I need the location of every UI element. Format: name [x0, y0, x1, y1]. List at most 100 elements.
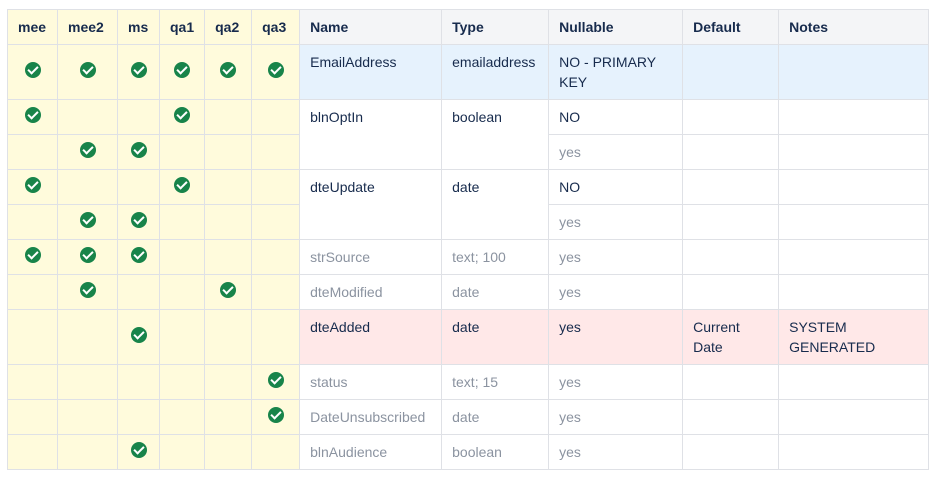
env-cell-qa3 — [251, 399, 301, 435]
check-circle-icon — [220, 281, 237, 298]
cell-type: boolean — [441, 434, 550, 470]
cell-notes — [778, 434, 930, 470]
header-qa3: qa3 — [251, 9, 301, 45]
env-cell-mee2 — [57, 434, 118, 470]
header-mee2: mee2 — [57, 9, 118, 45]
env-cell-mee2 — [57, 134, 118, 170]
cell-notes — [778, 274, 930, 310]
env-cell-qa2 — [204, 134, 253, 170]
env-cell-qa2 — [204, 434, 253, 470]
table-row: EmailAddress emailaddress NO - PRIMARY K… — [7, 44, 930, 100]
cell-nullable: yes — [548, 434, 684, 470]
env-cell-qa2 — [204, 204, 253, 240]
cell-name: status — [299, 364, 443, 400]
env-cell-qa2 — [204, 309, 253, 365]
env-cell-qa3 — [251, 239, 301, 275]
schema-table: mee mee2 ms qa1 qa2 qa3 Name Type Nullab… — [7, 9, 930, 470]
cell-default — [682, 364, 780, 400]
cell-type: text; 100 — [441, 239, 550, 275]
header-type: Type — [441, 9, 550, 45]
header-name: Name — [299, 9, 443, 45]
check-circle-icon — [79, 246, 96, 263]
cell-default — [682, 399, 780, 435]
cell-notes: SYSTEM GENERATED — [778, 309, 930, 365]
cell-type: boolean — [441, 99, 550, 170]
env-cell-mee — [7, 399, 58, 435]
table-row: strSource text; 100 yes — [7, 239, 930, 275]
env-cell-qa1 — [158, 99, 206, 135]
cell-notes — [778, 204, 930, 240]
cell-name: dteUpdate — [299, 169, 443, 240]
header-nullable: Nullable — [548, 9, 684, 45]
check-circle-icon — [174, 106, 191, 123]
env-cell-mee2 — [57, 309, 118, 365]
cell-nullable: yes — [548, 204, 684, 240]
env-cell-qa3 — [251, 434, 301, 470]
env-cell-qa3 — [251, 134, 301, 170]
check-circle-icon — [79, 211, 96, 228]
check-circle-icon — [24, 106, 41, 123]
cell-default: Current Date — [682, 309, 780, 365]
cell-notes — [778, 239, 930, 275]
cell-name: blnOptIn — [299, 99, 443, 170]
env-cell-mee — [7, 99, 58, 135]
cell-type: text; 15 — [441, 364, 550, 400]
cell-type: date — [441, 309, 550, 365]
table-row: blnOptIn boolean NO — [7, 99, 930, 170]
check-circle-icon — [174, 61, 191, 78]
header-default: Default — [682, 9, 780, 45]
env-cell-ms — [117, 364, 160, 400]
cell-type: date — [441, 169, 550, 240]
cell-notes — [778, 44, 930, 100]
check-circle-icon — [130, 211, 147, 228]
cell-nullable: yes — [548, 309, 684, 365]
env-cell-qa2 — [204, 99, 253, 135]
cell-nullable: yes — [548, 399, 684, 435]
cell-nullable: yes — [548, 239, 684, 275]
env-cell-qa1 — [158, 169, 206, 205]
header-ms: ms — [117, 9, 160, 45]
env-cell-mee2 — [57, 44, 118, 100]
env-cell-qa2 — [204, 169, 253, 205]
check-circle-icon — [130, 61, 147, 78]
env-cell-qa3 — [251, 204, 301, 240]
cell-notes — [778, 169, 930, 205]
check-circle-icon — [79, 141, 96, 158]
cell-nullable: NO — [548, 169, 684, 205]
schema-table-container: mee mee2 ms qa1 qa2 qa3 Name Type Nullab… — [7, 9, 930, 470]
check-circle-icon — [267, 61, 284, 78]
env-cell-qa1 — [158, 274, 206, 310]
check-circle-icon — [130, 141, 147, 158]
env-cell-mee — [7, 364, 58, 400]
cell-name: dteAdded — [299, 309, 443, 365]
check-circle-icon — [130, 441, 147, 458]
env-cell-qa2 — [204, 399, 253, 435]
env-cell-ms — [117, 239, 160, 275]
cell-default — [682, 204, 780, 240]
env-cell-qa3 — [251, 274, 301, 310]
cell-default — [682, 274, 780, 310]
env-cell-mee — [7, 239, 58, 275]
env-cell-mee — [7, 309, 58, 365]
env-cell-ms — [117, 434, 160, 470]
check-circle-icon — [79, 61, 96, 78]
cell-default — [682, 134, 780, 170]
header-qa2: qa2 — [204, 9, 253, 45]
cell-type: emailaddress — [441, 44, 550, 100]
cell-name: strSource — [299, 239, 443, 275]
env-cell-ms — [117, 99, 160, 135]
cell-notes — [778, 134, 930, 170]
env-cell-mee — [7, 44, 58, 100]
cell-name: DateUnsubscribed — [299, 399, 443, 435]
table-row: dteAdded date yes Current Date SYSTEM GE… — [7, 309, 930, 365]
env-cell-ms — [117, 169, 160, 205]
env-cell-mee2 — [57, 364, 118, 400]
env-cell-qa1 — [158, 364, 206, 400]
cell-nullable: NO - PRIMARY KEY — [548, 44, 684, 100]
env-cell-qa1 — [158, 399, 206, 435]
check-circle-icon — [220, 61, 237, 78]
env-cell-mee2 — [57, 204, 118, 240]
env-cell-qa3 — [251, 309, 301, 365]
cell-notes — [778, 99, 930, 135]
cell-name: blnAudience — [299, 434, 443, 470]
